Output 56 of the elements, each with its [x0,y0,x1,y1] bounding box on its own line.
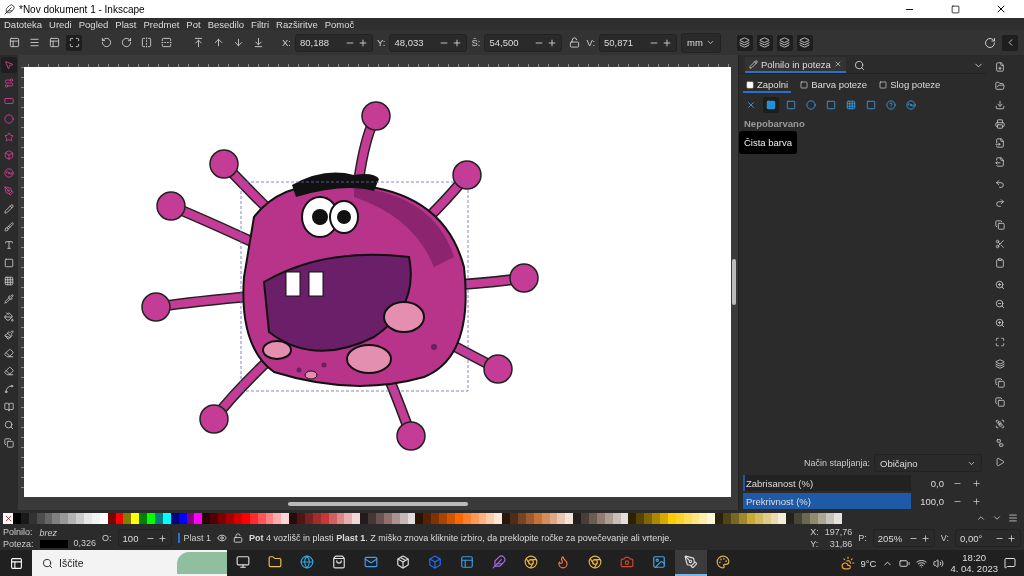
fill-value: brez [39,528,59,538]
stroke-width: 0,326 [73,538,97,548]
rotate-field[interactable]: 0,00° [955,529,1021,547]
opacity-field[interactable]: 100 [117,529,172,547]
menu-item[interactable]: Datoteka [4,18,43,30]
menu-item[interactable]: Plast [115,18,137,30]
field-label: V: [586,37,596,48]
blend-mode-label: Način stapljanja: [803,458,870,468]
blend-mode-value: Običajno [880,457,918,469]
number-field[interactable]: 50,871 [599,33,678,52]
slider-label: Zabrisanost (%) [745,477,814,489]
panel-tab[interactable]: Polnilo in poteza [745,57,846,73]
zoom-field[interactable]: 205% [872,529,935,547]
menu-item[interactable]: Uredi [49,18,72,30]
clock-date: 4. 04. 2023 [950,563,998,574]
field-label: X: [282,37,291,48]
number-field[interactable]: 54,500 [484,33,563,52]
cursor-y-label: Y: [810,539,819,549]
paint-tab[interactable]: Barva poteze [797,78,871,93]
menu-item[interactable]: Filtri [251,18,270,30]
menu-item[interactable]: Pot [186,18,201,30]
clock-time: 18:20 [962,552,987,563]
layer-name[interactable]: Plast 1 [177,533,212,543]
search-field[interactable]: Iščite [32,550,227,576]
status-message: Pot 4 vozlišč in plasti Plast 1. Z miško znova kliknite izbiro, da preklopite ročke za povečevanje ali vrtenje. [249,533,672,543]
temperature: 9°C [860,557,877,569]
slider-label: Prekrivnost (%) [745,495,811,507]
field-label: Y: [377,37,386,48]
slider-value: 0,0 [929,477,944,489]
cursor-y: 31,86 [829,539,853,549]
slider-value: 100,0 [919,495,944,507]
paint-type-label: Nepobarvano [743,117,806,131]
blend-mode-dropdown[interactable]: Običajno [874,454,982,472]
opacity-label: O: [102,533,112,543]
slider-track[interactable]: Zabrisanost (%) [743,475,911,491]
paint-tab[interactable]: Zapolni [743,78,792,93]
menu-item[interactable]: Predmet [143,18,180,30]
menu-item[interactable]: Pogled [78,18,109,30]
rotate-label: V: [940,533,949,543]
tooltip: Čista barva [739,131,798,154]
number-field[interactable]: 48,033 [389,33,468,52]
paint-tab[interactable]: Slog poteze [876,78,944,93]
unit-dropdown[interactable]: mm [681,32,721,53]
cursor-x-label: X: [810,527,819,537]
menu-item[interactable]: Pomoč [324,18,355,30]
zoom-label: P: [858,533,867,543]
slider-track[interactable]: Prekrivnost (%) [743,493,911,509]
menu-item[interactable]: Razširitve [276,18,318,30]
stroke-label: Poteza: [3,539,34,549]
cursor-x: 197,76 [824,527,853,537]
number-field[interactable]: 80,188 [295,33,373,52]
menu-item[interactable]: Besedilo [207,18,245,30]
fill-label: Polnilo: [3,527,34,537]
window-title: *Nov dokument 1 - Inkscape [19,3,146,15]
field-label: Š: [471,37,481,48]
unit-value: mm [687,37,703,48]
